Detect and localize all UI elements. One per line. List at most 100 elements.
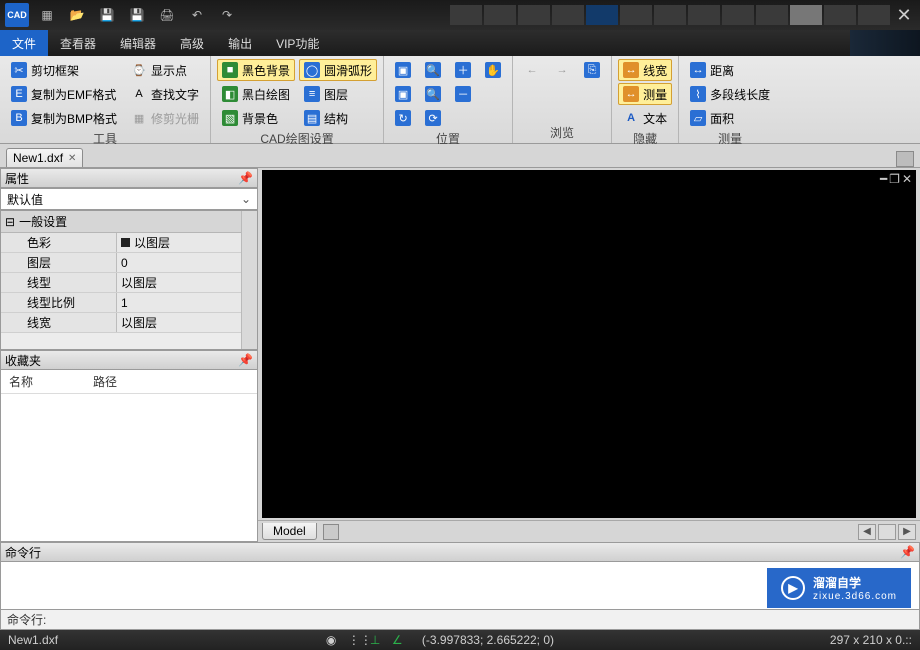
btn-distance[interactable]: ↔距离 [685,59,775,81]
btn-bg-color[interactable]: ▧背景色 [217,107,295,129]
btn-trim-raster[interactable]: ▦修剪光栅 [126,107,204,129]
btn-measure-hl[interactable]: ↔测量 [618,83,672,105]
watermark-url: zixue.3d66.com [813,591,897,602]
titlebar: CAD ▦ 📂 💾 💾 🖨 ↶ ↷ ✕ [0,0,920,30]
hscroll-left-icon[interactable]: ◀ [858,524,876,540]
properties-section[interactable]: ⊟一般设置 [1,211,241,233]
menu-advanced[interactable]: 高级 [168,30,216,56]
pin-icon[interactable]: 📌 [238,353,253,367]
status-coords: (-3.997833; 2.665222; 0) [414,633,562,647]
btn-cut-frame[interactable]: ✂剪切框架 [6,59,122,81]
canvas-min-icon[interactable]: ━ [880,172,887,186]
command-line[interactable]: 命令行: [0,610,920,630]
btn-pos-3[interactable]: ↻ [390,107,416,129]
watermark: ▶ 溜溜自学 zixue.3d66.com [767,568,911,608]
btn-find-text[interactable]: A查找文字 [126,83,204,105]
properties-header: 属性 📌 [0,168,258,188]
properties-title: 属性 [5,170,29,187]
status-dimensions: 297 x 210 x 0.:: [822,633,920,647]
close-icon[interactable]: ✕ [890,5,918,26]
btn-smooth-arc[interactable]: ◯圆滑弧形 [299,59,377,81]
file-tabs-dropdown[interactable] [896,151,914,167]
btn-pos-6[interactable]: ⟳ [420,107,446,129]
favorites-body: 名称 路径 [0,370,258,542]
open-icon[interactable]: 📂 [65,3,89,27]
properties-dropdown-value: 默认值 [7,191,43,208]
prop-row[interactable]: 线型以图层 [1,273,241,293]
btn-browse-3[interactable]: ⎘ [579,59,605,81]
pin-icon[interactable]: 📌 [900,545,915,559]
play-icon: ▶ [781,576,805,600]
prop-row[interactable]: 色彩以图层 [1,233,241,253]
ribbon: ✂剪切框架 E复制为EMF格式 B复制为BMP格式 ⌚显示点 A查找文字 ▦修剪… [0,56,920,144]
file-tab-close-icon[interactable]: ✕ [68,153,76,164]
redo-icon[interactable]: ↷ [215,3,239,27]
pin-icon[interactable]: 📌 [238,171,253,185]
ribbon-group-position: ▣ ▣ ↻ 🔍 🔍 ⟳ ＋ － ✋ 位置 [384,56,513,143]
status-icon-4[interactable]: ∠ [392,633,406,647]
favorites-header: 收藏夹 📌 [0,350,258,370]
model-tab[interactable]: Model [262,523,317,540]
ribbon-group-browse: ← → ⎘ 浏览 [513,56,612,143]
model-tab-dropdown[interactable] [323,524,339,540]
properties-scrollbar[interactable] [241,211,257,349]
left-panel: 属性 📌 默认值 ⌄ ⊟一般设置 色彩以图层 图层0 线型以图层 线型比例1 线… [0,168,258,542]
new-icon[interactable]: ▦ [35,3,59,27]
print-icon[interactable]: 🖨 [155,3,179,27]
favorites-title: 收藏夹 [5,352,41,369]
btn-black-bg[interactable]: ■黑色背景 [217,59,295,81]
btn-bw-draw[interactable]: ◧黑白绘图 [217,83,295,105]
undo-icon[interactable]: ↶ [185,3,209,27]
canvas-wrap: ━ ❐ ✕ [258,168,920,520]
btn-zoom-window[interactable]: 🔍 [420,83,446,105]
save-icon[interactable]: 💾 [95,3,119,27]
btn-zoom-in[interactable]: ＋ [450,59,476,81]
btn-show-points[interactable]: ⌚显示点 [126,59,204,81]
btn-pos-2[interactable]: ▣ [390,83,416,105]
status-icon-2[interactable]: ⋮⋮ [348,633,362,647]
saveall-icon[interactable]: 💾 [125,3,149,27]
btn-pan[interactable]: ✋ [480,59,506,81]
btn-prev[interactable]: ← [519,59,545,81]
canvas-restore-icon[interactable]: ❐ [889,172,900,186]
btn-text[interactable]: A文本 [618,107,672,129]
watermark-brand: 溜溜自学 [813,576,861,590]
btn-copy-bmp[interactable]: B复制为BMP格式 [6,107,122,129]
chevron-down-icon: ⌄ [241,192,251,206]
btn-layers[interactable]: ≡图层 [299,83,377,105]
hscroll-right-icon[interactable]: ▶ [898,524,916,540]
menu-editor[interactable]: 编辑器 [108,30,168,56]
menu-vip[interactable]: VIP功能 [264,30,331,56]
properties-dropdown[interactable]: 默认值 ⌄ [0,188,258,210]
app-badge: CAD [5,3,29,27]
menu-file[interactable]: 文件 [0,30,48,56]
ribbon-group-cad: ■黑色背景 ◧黑白绘图 ▧背景色 ◯圆滑弧形 ≡图层 ▤结构 CAD绘图设置 [211,56,384,143]
menu-right-decor [850,30,920,56]
btn-linewidth[interactable]: ↔线宽 [618,59,672,81]
drawing-canvas[interactable] [262,170,916,518]
favorites-col-name: 名称 [9,373,33,390]
canvas-close-icon[interactable]: ✕ [902,172,912,186]
ribbon-group-tools: ✂剪切框架 E复制为EMF格式 B复制为BMP格式 ⌚显示点 A查找文字 ▦修剪… [0,56,211,143]
prop-row[interactable]: 线宽以图层 [1,313,241,333]
btn-zoom-fit[interactable]: 🔍 [420,59,446,81]
prop-row[interactable]: 图层0 [1,253,241,273]
menu-viewer[interactable]: 查看器 [48,30,108,56]
canvas-window-controls: ━ ❐ ✕ [880,172,912,186]
btn-pos-1[interactable]: ▣ [390,59,416,81]
btn-structure[interactable]: ▤结构 [299,107,377,129]
btn-zoom-out[interactable]: － [450,83,476,105]
status-icon-3[interactable]: ⊥ [370,633,384,647]
file-tab[interactable]: New1.dxf ✕ [6,148,83,167]
status-icon-1[interactable]: ◉ [326,633,340,647]
ribbon-group-measure: ↔距离 ⌇多段线长度 ▱面积 测量 [679,56,781,143]
file-tab-label: New1.dxf [13,151,63,165]
menu-output[interactable]: 输出 [216,30,264,56]
btn-area[interactable]: ▱面积 [685,107,775,129]
btn-polyline-len[interactable]: ⌇多段线长度 [685,83,775,105]
btn-copy-emf[interactable]: E复制为EMF格式 [6,83,122,105]
hscrollbar[interactable] [878,524,896,540]
command-panel-header: 命令行 📌 [0,542,920,562]
prop-row[interactable]: 线型比例1 [1,293,241,313]
btn-next[interactable]: → [549,59,575,81]
